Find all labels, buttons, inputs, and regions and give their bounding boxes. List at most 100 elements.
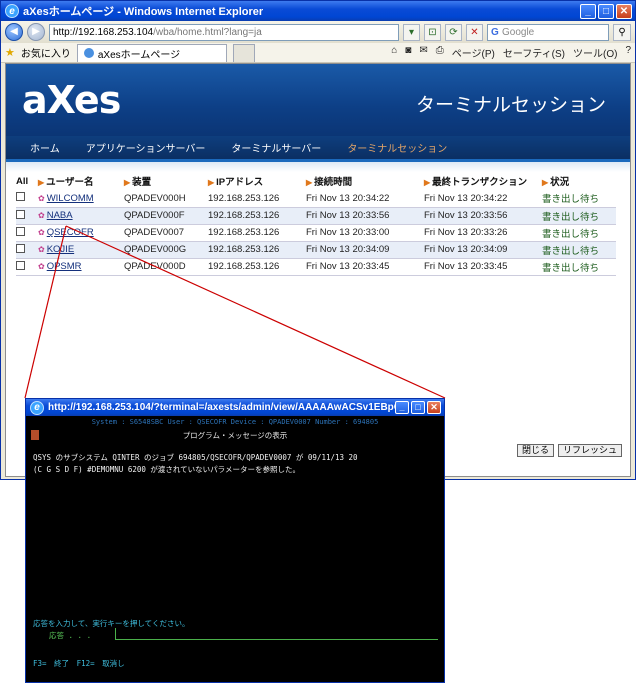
row-checkbox[interactable]: [16, 192, 25, 202]
browser-tab[interactable]: aXesホームページ: [76, 43, 227, 62]
dropdown-arrow-icon[interactable]: ▾: [403, 23, 420, 41]
sort-arrow-icon: ▶: [208, 178, 215, 187]
terminal-heading: プログラム・メッセージの表示: [182, 431, 288, 440]
search-icon[interactable]: ⚲: [613, 23, 631, 41]
sort-arrow-icon: ▶: [38, 178, 45, 187]
new-tab-button[interactable]: [232, 43, 255, 62]
print-icon[interactable]: ⎙: [436, 45, 444, 60]
mail-icon[interactable]: ✉: [419, 45, 427, 60]
user-link[interactable]: OPSMR: [47, 261, 82, 272]
row-checkbox-cell: [16, 258, 38, 276]
connected-cell: Fri Nov 13 20:34:22: [306, 190, 424, 208]
row-checkbox[interactable]: [16, 209, 25, 219]
forward-button[interactable]: ▶: [27, 23, 45, 41]
status-cell: 書き出し待ち: [542, 224, 616, 242]
device-cell: QPADEV000F: [124, 207, 208, 225]
table-row: ✿ WILCOMM QPADEV000H 192.168.253.126 Fri Nov…: [16, 190, 616, 208]
favorites-bar: ★ お気に入り aXesホームページ ⌂ ◙ ✉ ⎙ ページ(P) セーフティ(…: [1, 43, 635, 63]
col-header-user[interactable]: ▶ ユーザー名: [38, 172, 124, 190]
connected-cell: Fri Nov 13 20:33:00: [306, 224, 424, 242]
menu-item-3[interactable]: ターミナルセッション: [347, 140, 447, 155]
user-link[interactable]: WILCOMM: [47, 193, 94, 204]
col-header-device[interactable]: ▶ 装置: [124, 172, 208, 190]
menu-item-1[interactable]: アプリケーションサーバー: [86, 140, 206, 155]
window-title: aXesホームページ - Windows Internet Explorer: [23, 6, 264, 18]
sessions-table: All ▶ ユーザー名 ▶ 装置 ▶ IPアドレス ▶ 接続時間 ▶ 最終トランザクション…: [16, 172, 616, 276]
row-checkbox-cell: [16, 207, 38, 225]
user-link[interactable]: NABA: [47, 210, 73, 221]
sort-arrow-icon: ▶: [124, 178, 131, 187]
col-header-ip[interactable]: ▶ IPアドレス: [208, 172, 306, 190]
user-session-icon: ✿: [38, 193, 45, 203]
user-session-icon: ✿: [38, 211, 45, 220]
ip-cell: 192.168.253.126: [208, 258, 306, 276]
last-transaction-cell: Fri Nov 13 20:34:22: [424, 190, 542, 208]
maximize-button[interactable]: □: [598, 3, 614, 19]
tab-title: aXesホームページ: [97, 49, 181, 61]
user-cell: ✿ QSECOFR: [38, 224, 124, 242]
ip-cell: 192.168.253.126: [208, 224, 306, 242]
menu-item-2[interactable]: ターミナルサーバー: [231, 140, 321, 155]
status-cell: 書き出し待ち: [542, 190, 616, 208]
tools-menu[interactable]: ツール(O): [573, 45, 617, 60]
device-cell: QPADEV000H: [124, 190, 208, 208]
sort-arrow-icon: ▶: [542, 178, 549, 187]
favorites-label[interactable]: お気に入り: [21, 45, 71, 60]
device-cell: QPADEV000G: [124, 241, 208, 259]
help-menu[interactable]: ?: [625, 45, 631, 60]
col-header-last-transaction[interactable]: ▶ 最終トランザクション: [424, 172, 542, 190]
back-button[interactable]: ◀: [5, 23, 23, 41]
terminal-function-keys[interactable]: F3= 終了 F12= 取消し: [33, 658, 125, 669]
terminal-session-info: System : S6548SBC User : QSECOFR Device …: [91, 418, 379, 426]
col-header-connected[interactable]: ▶ 接続時間: [306, 172, 424, 190]
minimize-button[interactable]: _: [580, 3, 596, 19]
ie-title-bar: e aXesホームページ - Windows Internet Explorer…: [1, 1, 635, 21]
table-row: ✿ NABA QPADEV000F 192.168.253.126 Fri Nov 13…: [16, 207, 616, 225]
last-transaction-cell: Fri Nov 13 20:33:45: [424, 258, 542, 276]
url-field[interactable]: http://192.168.253.104/wba/home.html?lan…: [49, 23, 399, 41]
compat-view-icon[interactable]: ⊡: [424, 23, 441, 41]
refresh-icon[interactable]: ⟳: [445, 23, 462, 41]
terminal-reply-input[interactable]: [115, 628, 438, 640]
status-cell: 書き出し待ち: [542, 207, 616, 225]
user-session-icon: ✿: [38, 262, 45, 271]
terminal-window-title: http://192.168.253.104/?terminal=/axests…: [48, 402, 395, 413]
search-input[interactable]: Google: [487, 23, 609, 41]
table-row: ✿ OPSMR QPADEV000D 192.168.253.126 Fri Nov 1…: [16, 258, 616, 276]
safety-menu[interactable]: セーフティ(S): [503, 45, 565, 60]
status-cell: 書き出し待ち: [542, 258, 616, 276]
row-checkbox[interactable]: [16, 243, 25, 253]
select-all-header[interactable]: All: [16, 172, 38, 190]
menu-item-0[interactable]: ホーム: [30, 140, 60, 155]
stop-icon[interactable]: ✕: [466, 23, 483, 41]
top-menu: ホーム アプリケーションサーバー ターミナルサーバー ターミナルセッション: [6, 136, 630, 162]
terminal-window: e http://192.168.253.104/?terminal=/axes…: [25, 398, 445, 683]
minimize-button[interactable]: _: [395, 401, 409, 414]
home-icon[interactable]: ⌂: [391, 45, 397, 60]
row-checkbox[interactable]: [16, 260, 25, 270]
last-transaction-cell: Fri Nov 13 20:33:56: [424, 207, 542, 225]
col-header-status[interactable]: ▶ 状況: [542, 172, 616, 190]
ie-logo-icon: e: [30, 400, 44, 415]
favorites-star-icon[interactable]: ★: [5, 46, 15, 59]
refresh-button[interactable]: リフレッシュ: [557, 444, 622, 457]
user-cell: ✿ KOJIE: [38, 241, 124, 259]
tab-favicon-icon: [83, 48, 94, 58]
maximize-button[interactable]: □: [411, 401, 425, 414]
terminal-screen[interactable]: System : S6548SBC User : QSECOFR Device …: [29, 416, 441, 680]
last-transaction-cell: Fri Nov 13 20:34:09: [424, 241, 542, 259]
sort-arrow-icon: ▶: [424, 178, 431, 187]
user-link[interactable]: KOJIE: [47, 244, 74, 255]
terminal-message-line-2: (C G S D F) #DEMOMNU 6200 が渡されていないパラメーター…: [33, 465, 300, 474]
page-menu[interactable]: ページ(P): [452, 45, 495, 60]
user-link[interactable]: QSECOFR: [47, 227, 94, 238]
feeds-icon[interactable]: ◙: [405, 45, 411, 60]
close-window-button[interactable]: ✕: [427, 401, 441, 414]
close-window-button[interactable]: ✕: [616, 3, 632, 19]
table-row: ✿ KOJIE QPADEV000G 192.168.253.126 Fri Nov 1…: [16, 241, 616, 259]
connected-cell: Fri Nov 13 20:33:56: [306, 207, 424, 225]
device-cell: QPADEV000D: [124, 258, 208, 276]
banner: aXes ターミナルセッション: [6, 64, 630, 136]
row-checkbox[interactable]: [16, 226, 25, 236]
close-button[interactable]: 閉じる: [516, 444, 554, 457]
